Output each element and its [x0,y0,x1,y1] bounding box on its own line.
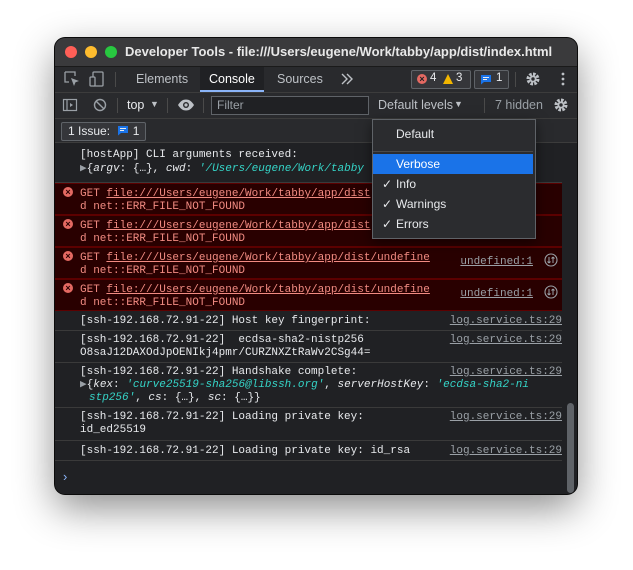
zoom-window-button[interactable] [105,46,117,58]
network-request-icon[interactable] [544,285,558,304]
console-toolbar: top ▼ Filter Default levels ▼ 7 hidden [55,93,577,119]
issues-count: 1 [132,124,140,138]
error-row: × GET file:///Users/eugene/Work/tabby/ap… [55,279,562,311]
double-chevron-right-icon[interactable] [339,71,357,89]
window-title: Developer Tools - file:///Users/eugene/W… [125,44,553,59]
error-text: GET file:///Users/eugene/Work/tabby/app/… [80,252,430,264]
log-text: [hostApp] CLI arguments received: [80,149,298,161]
source-link[interactable]: log.service.ts:29 [450,334,562,347]
source-link[interactable]: undefined:1 [460,288,533,301]
warning-count: 3 [456,72,463,84]
network-request-icon[interactable] [544,253,558,272]
log-row: [ssh-192.168.72.91-22] Loading private k… [55,441,562,461]
messages-badge[interactable]: 1 [474,70,509,89]
devtools-window: Developer Tools - file:///Users/eugene/W… [55,38,577,494]
context-dropdown-icon[interactable]: ▼ [150,99,159,109]
log-object[interactable]: ▶{argv: {…}, cwd: '/Users/eugene/Work/ta… [80,163,364,176]
check-icon: ✓ [382,177,393,191]
sidebar-toggle-icon[interactable] [62,97,80,115]
tab-sources[interactable]: Sources [268,67,332,92]
error-url-link[interactable]: file:///Users/eugene/Work/tabby/app/dist [106,220,370,232]
source-link[interactable]: log.service.ts:29 [450,445,562,458]
close-window-button[interactable] [65,46,77,58]
error-detail: d net::ERR_FILE_NOT_FOUND [80,297,246,309]
error-url-link[interactable]: file:///Users/eugene/Work/tabby/app/dist… [106,252,429,264]
clear-console-icon[interactable] [92,97,110,115]
tab-elements[interactable]: Elements [127,67,197,92]
error-detail: d net::ERR_FILE_NOT_FOUND [80,201,246,213]
scrollbar-thumb[interactable] [567,403,574,493]
log-text: [ssh-192.168.72.91-22] Handshake complet… [80,366,358,378]
menu-item-verbose[interactable]: Verbose [373,154,533,174]
error-icon: × [63,251,73,261]
chevron-down-icon[interactable]: ▼ [454,99,463,109]
error-icon: × [63,283,73,293]
menu-item-errors[interactable]: ✓ Errors [373,214,533,234]
source-link[interactable]: log.service.ts:29 [450,315,562,328]
error-icon: × [63,187,73,197]
menu-item-default[interactable]: Default [373,124,533,144]
log-object[interactable]: ▶{kex: 'curve25519-sha256@libssh.org', s… [80,379,529,392]
message-count: 1 [496,72,503,84]
log-text: [ssh-192.168.72.91-22] Host key fingerpr… [80,315,371,327]
issues-label: 1 Issue: [68,124,111,138]
error-url-link[interactable]: file:///Users/eugene/Work/tabby/app/dist [106,188,370,200]
error-icon: × [63,219,73,229]
device-toolbar-icon[interactable] [88,70,106,88]
hidden-count: 7 hidden [495,98,543,112]
message-icon [480,74,492,88]
error-count: 4 [430,72,437,84]
error-row: × GET file:///Users/eugene/Work/tabby/ap… [55,247,562,279]
log-row: [ssh-192.168.72.91-22] Host key fingerpr… [55,311,562,331]
title-bar: Developer Tools - file:///Users/eugene/W… [55,38,577,67]
issue-counts-badge[interactable]: × 4 3 [411,70,471,89]
warning-count-icon [443,74,453,84]
log-text: id_ed25519 [80,424,147,436]
menu-item-warnings[interactable]: ✓ Warnings [373,194,533,214]
log-text: [ssh-192.168.72.91-22] Loading private k… [80,411,364,423]
log-levels-dropdown[interactable]: Default levels [378,98,453,112]
log-text: [ssh-192.168.72.91-22] ecdsa-sha2-nistp2… [80,334,364,346]
console-scrollbar[interactable] [567,143,574,493]
vertical-dots-icon[interactable] [554,70,572,88]
message-icon [117,124,129,141]
log-row: [ssh-192.168.72.91-22] Handshake complet… [55,363,562,408]
log-text: [ssh-192.168.72.91-22] Loading private k… [80,445,411,457]
check-icon: ✓ [382,217,393,231]
issues-button[interactable]: 1 Issue: 1 [61,122,147,141]
source-link[interactable]: undefined:1 [460,256,533,269]
error-url-link[interactable]: file:///Users/eugene/Work/tabby/app/dist… [106,284,429,296]
source-link[interactable]: log.service.ts:29 [450,366,562,379]
eye-icon[interactable] [177,97,195,115]
console-prompt[interactable]: › [63,469,67,484]
error-count-icon: × [417,74,427,84]
error-text: GET file:///Users/eugene/Work/tabby/app/… [80,284,430,296]
minimize-window-button[interactable] [85,46,97,58]
filter-input[interactable]: Filter [211,96,369,115]
menu-item-info[interactable]: ✓ Info [373,174,533,194]
gear-icon[interactable] [524,70,542,88]
panel-tab-bar: Elements Console Sources × 4 3 1 [55,67,577,93]
context-selector[interactable]: top [127,98,144,112]
tab-console[interactable]: Console [200,67,264,92]
error-text: GET file:///Users/eugene/Work/tabby/app/… [80,220,371,232]
log-row: [ssh-192.168.72.91-22] Loading private k… [55,408,562,441]
check-icon: ✓ [382,197,393,211]
log-text: O8saJ12DAXOdJpOENIkj4pmr/CURZNXZtRaWv2CS… [80,347,371,359]
log-object-cont: stp256', cs: {…}, sc: {…}} [89,392,261,404]
console-settings-icon[interactable] [552,96,570,114]
log-row: [ssh-192.168.72.91-22] ecdsa-sha2-nistp2… [55,331,562,363]
error-detail: d net::ERR_FILE_NOT_FOUND [80,265,246,277]
error-text: GET file:///Users/eugene/Work/tabby/app/… [80,188,371,200]
inspect-element-icon[interactable] [63,70,81,88]
source-link[interactable]: log.service.ts:29 [450,411,562,424]
error-detail: d net::ERR_FILE_NOT_FOUND [80,233,246,245]
log-levels-menu: Default Verbose ✓ Info ✓ Warnings ✓ Errors [372,119,536,239]
menu-divider [373,151,533,152]
